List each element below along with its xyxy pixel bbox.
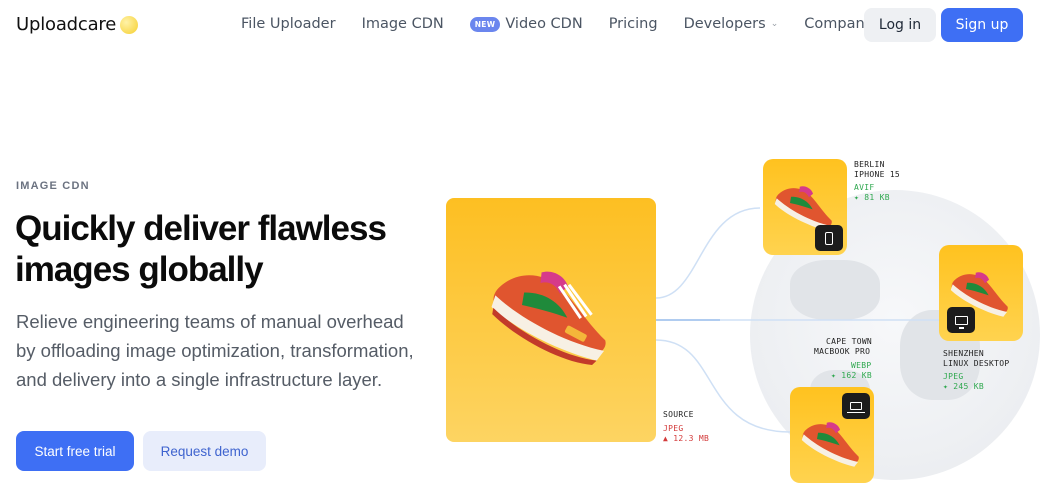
source-label: SOURCE: [663, 410, 694, 419]
berlin-size: 81 KB: [864, 193, 890, 202]
shenzhen-size: 245 KB: [953, 382, 984, 391]
source-image-card: [446, 198, 656, 442]
source-format: JPEG: [663, 424, 684, 433]
shenzhen-city: SHENZHEN: [943, 349, 984, 358]
source-size-row: ▲ 12.3 MB: [663, 434, 709, 444]
output-card-shenzhen: [939, 245, 1023, 341]
shenzhen-size-row: ✦ 245 KB: [943, 382, 984, 392]
output-card-cape-town: [790, 387, 874, 483]
connector-line-berlin: [655, 207, 761, 299]
cape-city: CAPE TOWN: [826, 337, 873, 346]
savings-icon: ✦: [854, 193, 860, 202]
droplet-icon: ▲: [663, 434, 669, 443]
savings-icon: ✦: [943, 382, 949, 391]
monitor-icon: [947, 307, 975, 333]
cape-format: WEBP: [851, 361, 872, 370]
laptop-icon: [842, 393, 870, 419]
phone-icon: [815, 225, 843, 251]
shenzhen-format: JPEG: [943, 372, 964, 381]
sneaker-image: [801, 422, 859, 467]
cape-device: MACBOOK PRO: [814, 347, 871, 356]
savings-icon: ✦: [831, 371, 837, 380]
berlin-city: BERLIN: [854, 160, 885, 169]
berlin-device: IPHONE 15: [854, 170, 901, 179]
source-size: 12.3 MB: [673, 434, 710, 443]
berlin-size-row: ✦ 81 KB: [854, 193, 890, 203]
shenzhen-device: LINUX DESKTOP: [943, 359, 1010, 368]
cape-size: 162 KB: [841, 371, 872, 380]
cape-size-row: ✦ 162 KB: [831, 371, 872, 381]
sneaker-image: [491, 271, 606, 365]
berlin-format: AVIF: [854, 183, 875, 192]
output-card-berlin: [763, 159, 847, 255]
